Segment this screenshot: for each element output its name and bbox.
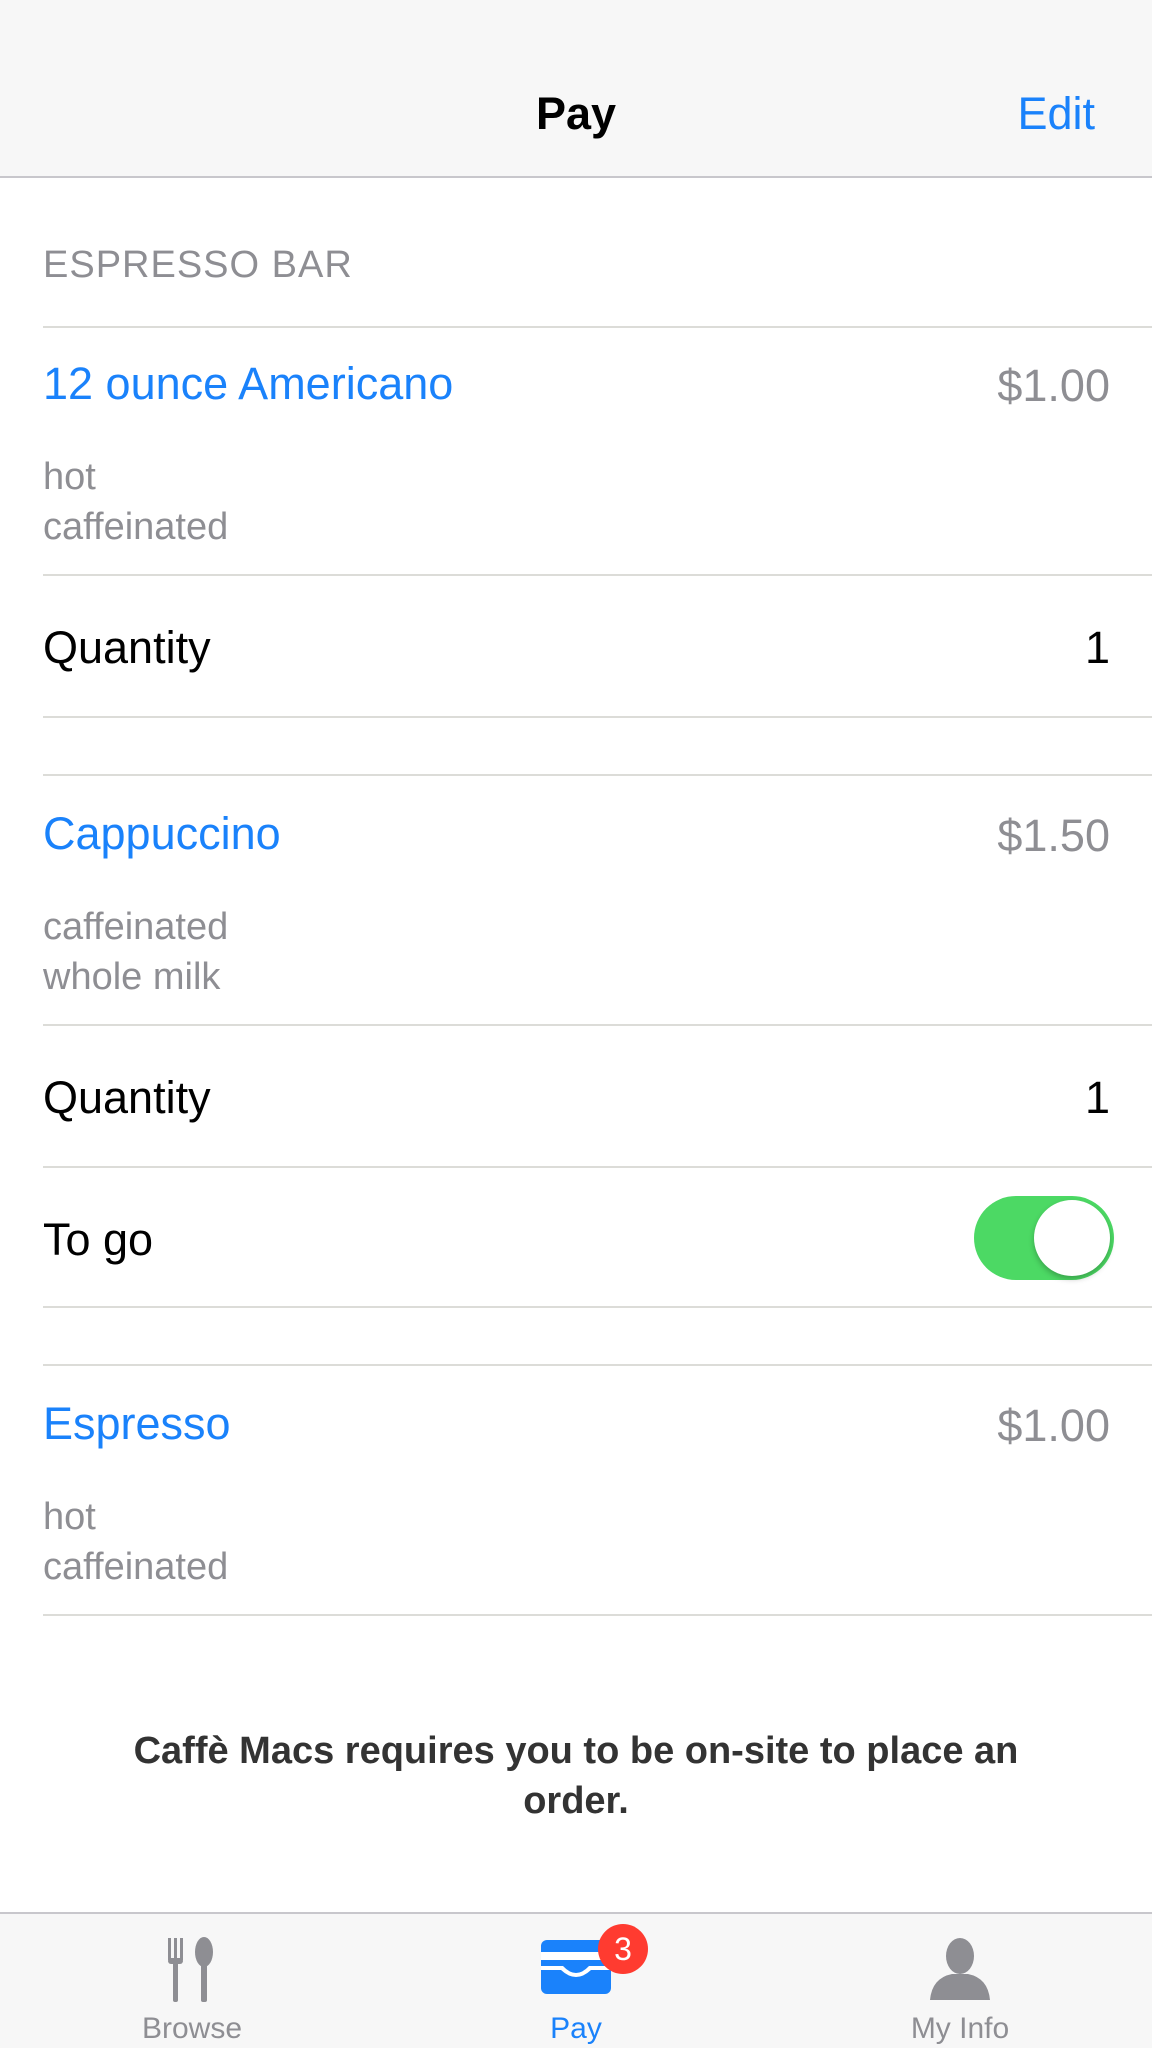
divider <box>43 716 1152 718</box>
divider <box>43 774 1152 776</box>
item-name[interactable]: Espresso <box>43 1398 231 1450</box>
notice-text: Caffè Macs requires you to be on-site to… <box>133 1730 1019 1822</box>
onsite-notice: Caffè Macs requires you to be on-site to… <box>0 1676 1152 1912</box>
item-detail: hot <box>43 1496 96 1538</box>
item-detail: caffeinated <box>43 506 229 548</box>
item-name[interactable]: Cappuccino <box>43 808 281 860</box>
toggle-knob <box>1034 1200 1110 1276</box>
item-detail: caffeinated <box>43 906 229 948</box>
divider <box>43 1166 1152 1168</box>
tab-browse[interactable]: Browse <box>0 1914 384 2048</box>
item-price: $1.00 <box>997 1400 1110 1451</box>
page-title: Pay <box>535 88 617 139</box>
quantity-value[interactable]: 1 <box>1085 622 1110 674</box>
quantity-label: Quantity <box>43 622 211 673</box>
quantity-label: Quantity <box>43 1072 211 1123</box>
tab-bar: Browse 3 Pay My Info <box>0 1912 1152 2048</box>
fork-knife-icon <box>162 1936 222 2009</box>
order-list[interactable]: ESPRESSO BAR 12 ounce Americano $1.00 ho… <box>0 180 1152 1676</box>
divider <box>43 1364 1152 1366</box>
app-root: Pay Edit ESPRESSO BAR 12 ounce Americano… <box>0 0 1152 2048</box>
tab-pay[interactable]: 3 Pay <box>384 1914 768 2048</box>
to-go-toggle[interactable] <box>974 1196 1114 1280</box>
section-header: ESPRESSO BAR <box>43 244 353 286</box>
edit-button[interactable]: Edit <box>1017 88 1095 140</box>
item-name[interactable]: 12 ounce Americano <box>43 358 453 410</box>
divider <box>43 1306 1152 1308</box>
tab-label: My Info <box>910 2012 1010 2045</box>
quantity-value[interactable]: 1 <box>1085 1072 1110 1124</box>
person-icon <box>926 1936 994 2007</box>
divider <box>43 326 1152 328</box>
tab-label: Browse <box>141 2012 243 2045</box>
tab-label: Pay <box>550 2012 602 2045</box>
navigation-bar: Pay Edit <box>0 0 1152 178</box>
item-detail: caffeinated <box>43 1546 229 1588</box>
item-detail: hot <box>43 456 96 498</box>
item-price: $1.50 <box>997 810 1110 861</box>
item-price: $1.00 <box>997 360 1110 411</box>
tab-my-info[interactable]: My Info <box>768 1914 1152 2048</box>
divider <box>43 574 1152 576</box>
item-detail: whole milk <box>43 956 221 998</box>
to-go-label: To go <box>43 1214 154 1265</box>
divider <box>43 1614 1152 1616</box>
notification-badge: 3 <box>598 1924 648 1974</box>
divider <box>43 1024 1152 1026</box>
